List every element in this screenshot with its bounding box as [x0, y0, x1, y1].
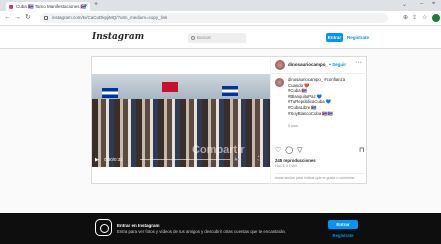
play-icon[interactable]: ▶: [95, 157, 99, 163]
tab-close-icon[interactable]: ✕: [84, 2, 88, 11]
reload-icon[interactable]: ↻: [25, 14, 31, 22]
volume-icon[interactable]: 🔈: [234, 156, 240, 162]
star-icon[interactable]: ☆: [422, 14, 427, 21]
profile-avatar[interactable]: [432, 14, 440, 22]
bookmark-icon[interactable]: ⊓: [359, 146, 364, 154]
banner-text: Entra para ver fotos y vídeos de tus ami…: [117, 229, 287, 234]
post-actions: ♡ ◯ ▽: [275, 146, 307, 154]
banner-title: Entrar en Instagram: [117, 223, 160, 228]
chevron-down-icon[interactable]: ⌄: [402, 1, 407, 8]
post-sidebar: dinosauriocampo_ • Seguir ··· dinosaurio…: [270, 57, 368, 184]
instagram-favicon-icon: [9, 4, 13, 9]
browser-tab-strip: Cuba 🇨🇺 Tamo Manifestaciones 🇨🇺 ✕ + ⌄ – …: [0, 0, 441, 11]
minimize-icon[interactable]: –: [420, 1, 423, 7]
follow-button[interactable]: Seguir: [332, 62, 346, 67]
instagram-header: Instagram Buscar Entrar Regístrate: [0, 27, 441, 49]
caption-line: #SoyBlancoCuba 🇨🇺🇨🇺: [288, 110, 334, 116]
more-options-icon[interactable]: ···: [355, 59, 362, 66]
avatar[interactable]: [275, 78, 284, 87]
comment-icon[interactable]: ◯: [285, 147, 293, 154]
instagram-camera-icon: [95, 219, 112, 236]
new-tab-button[interactable]: +: [94, 1, 98, 8]
back-arrow-icon[interactable]: ←: [4, 14, 11, 22]
browser-toolbar: ← → ↻ instagram.com/tv/CaCuDkpjiMQ/?utm_…: [0, 11, 441, 26]
share-icon[interactable]: ⇪: [412, 14, 417, 21]
video-progress-bar[interactable]: [140, 159, 230, 160]
url-text: instagram.com/tv/CaCuDkpjiMQ/?utm_medium…: [52, 15, 168, 20]
view-count: 245 reproducciones: [275, 158, 316, 163]
pin-icon[interactable]: ⌖: [432, 1, 435, 8]
tab-title: Cuba 🇨🇺 Tamo Manifestaciones 🇨🇺: [16, 4, 87, 9]
video-player[interactable]: Compartir ▶ 0:30/0:31 🔈 ⛶: [92, 74, 270, 167]
login-banner: Entrar en Instagram Entra para ver fotos…: [0, 213, 441, 244]
fullscreen-icon[interactable]: ⛶: [258, 156, 262, 162]
cuban-flag-image: [222, 86, 238, 96]
avatar[interactable]: [275, 60, 285, 70]
search-icon: [191, 36, 195, 40]
login-hint[interactable]: Inicia sesión para indicar que te gusta …: [275, 173, 365, 180]
post-card: Compartir ▶ 0:30/0:31 🔈 ⛶ dinosauriocamp…: [91, 56, 368, 184]
heart-icon[interactable]: ♡: [275, 147, 281, 154]
video-watermark: Compartir: [192, 144, 245, 156]
post-date: HACE 5 DÍAS: [275, 164, 298, 168]
video-time: 0:30/0:31: [104, 157, 123, 162]
instagram-logo[interactable]: Instagram: [92, 32, 144, 42]
username-text[interactable]: dinosauriocampo_: [288, 62, 328, 67]
signup-link[interactable]: Regístrate: [347, 33, 369, 42]
search-input[interactable]: Buscar: [188, 33, 246, 43]
login-button[interactable]: Entrar: [326, 33, 343, 42]
cuban-flag-image: [102, 88, 118, 98]
address-bar[interactable]: instagram.com/tv/CaCuDkpjiMQ/?utm_medium…: [40, 13, 388, 23]
post-username[interactable]: dinosauriocampo_ • Seguir: [288, 62, 346, 67]
send-icon[interactable]: ▽: [297, 147, 302, 154]
zoom-icon[interactable]: ⊕: [403, 14, 408, 21]
banner-signup-link[interactable]: Regístrate: [328, 233, 358, 238]
post-caption: dinosauriocampo_ #confianza Cuando ❤️ #C…: [288, 77, 364, 116]
browser-tab[interactable]: Cuba 🇨🇺 Tamo Manifestaciones 🇨🇺 ✕: [6, 2, 90, 11]
forward-arrow-icon[interactable]: →: [14, 14, 21, 22]
post-header: dinosauriocampo_ • Seguir ···: [271, 57, 368, 74]
caption-age: 5 sem: [288, 124, 299, 128]
red-flag-image: [162, 82, 178, 92]
search-placeholder: Buscar: [197, 35, 212, 40]
banner-login-button[interactable]: Entrar: [328, 220, 358, 229]
lock-icon: [44, 16, 48, 20]
